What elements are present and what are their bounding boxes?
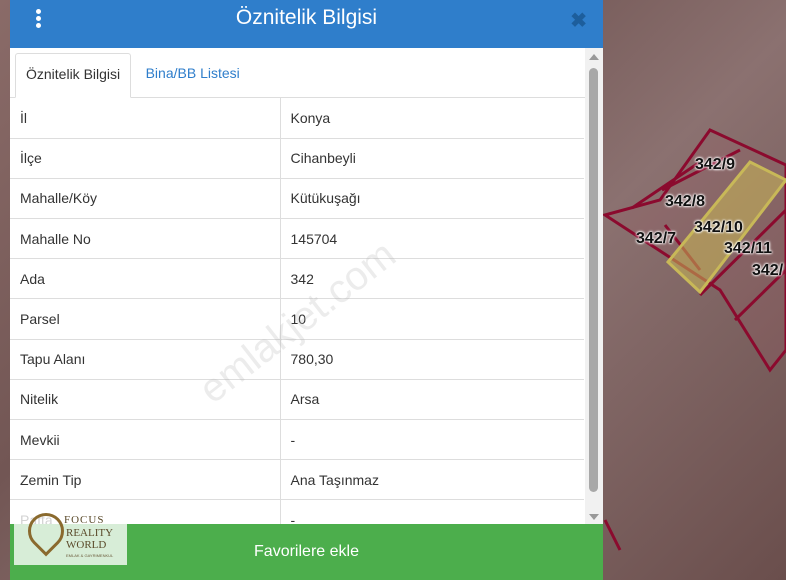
table-row: Mevkii - [10,419,584,461]
parcel-label: 342/7 [636,230,677,247]
scrollbar-thumb[interactable] [589,68,598,492]
focus-reality-world-logo: FOCUS REALITY WORLD EMLAK & GAYRIMENKUL [14,500,127,565]
tab-bar: Öznitelik Bilgisi Bina/BB Listesi [10,48,603,98]
tab-attribute-info[interactable]: Öznitelik Bilgisi [15,53,132,98]
table-row: Parsel 10 [10,298,584,340]
attribute-key: Ada [10,258,281,300]
attribute-key: Mahalle No [10,218,281,260]
parcel-label: 342/8 [665,193,706,210]
table-row: Zemin Tip Ana Taşınmaz [10,459,584,501]
dialog-header: Öznitelik Bilgisi ✖ [10,0,603,48]
attribute-value: Konya [280,98,584,139]
attribute-table: İl Konya İlçe Cihanbeyli Mahalle/Köy Kütükuşa… [10,98,584,526]
attribute-key: Parsel [10,298,281,340]
table-row: İlçe Cihanbeyli [10,138,584,179]
attribute-key: Mahalle/Köy [10,178,281,220]
logo-text: EMLAK & GAYRIMENKUL [66,553,114,558]
attribute-value: Arsa [280,379,584,421]
attribute-value: Ana Taşınmaz [280,459,584,501]
table-row: Mahalle/Köy Kütükuşağı [10,178,584,220]
logo-text: FOCUS [64,514,105,526]
attribute-value: 145704 [280,218,584,260]
parcel-label: 342/ [752,262,784,279]
attribute-key: Mevkii [10,419,281,461]
table-row: Mahalle No 145704 [10,218,584,260]
attribute-table-container[interactable]: İl Konya İlçe Cihanbeyli Mahalle/Köy Kütükuşa… [10,98,584,526]
table-row: İl Konya [10,98,584,139]
attribute-key: Nitelik [10,379,281,421]
logo-text: REALITY [66,527,114,539]
parcel-border-line [603,519,622,551]
attribute-value: - [280,499,584,526]
scroll-up-arrow-icon[interactable] [589,54,599,60]
attribute-key: Zemin Tip [10,459,281,501]
scrollbar[interactable] [585,48,603,526]
table-row: Ada 342 [10,258,584,300]
scroll-down-arrow-icon[interactable] [589,514,599,520]
attribute-info-dialog: Öznitelik Bilgisi ✖ Öznitelik Bilgisi Bi… [10,0,603,580]
attribute-value: 342 [280,258,584,300]
close-icon[interactable]: ✖ [570,8,587,33]
table-row: Nitelik Arsa [10,379,584,421]
parcel-label: 342/11 [724,240,773,257]
attribute-value: - [280,419,584,461]
dialog-title: Öznitelik Bilgisi [235,6,378,29]
parcel-label: 342/9 [695,156,736,173]
attribute-key: İlçe [10,138,281,179]
attribute-value: 780,30 [280,339,584,380]
tab-building-list[interactable]: Bina/BB Listesi [136,53,250,98]
logo-text: WORLD [66,539,107,551]
table-row: Tapu Alanı 780,30 [10,339,584,380]
attribute-key: Tapu Alanı [10,339,281,380]
attribute-value: 10 [280,298,584,340]
attribute-key: İl [10,98,281,139]
parcel-label: 342/10 [694,219,743,236]
attribute-value: Cihanbeyli [280,138,584,179]
attribute-value: Kütükuşağı [280,178,584,220]
